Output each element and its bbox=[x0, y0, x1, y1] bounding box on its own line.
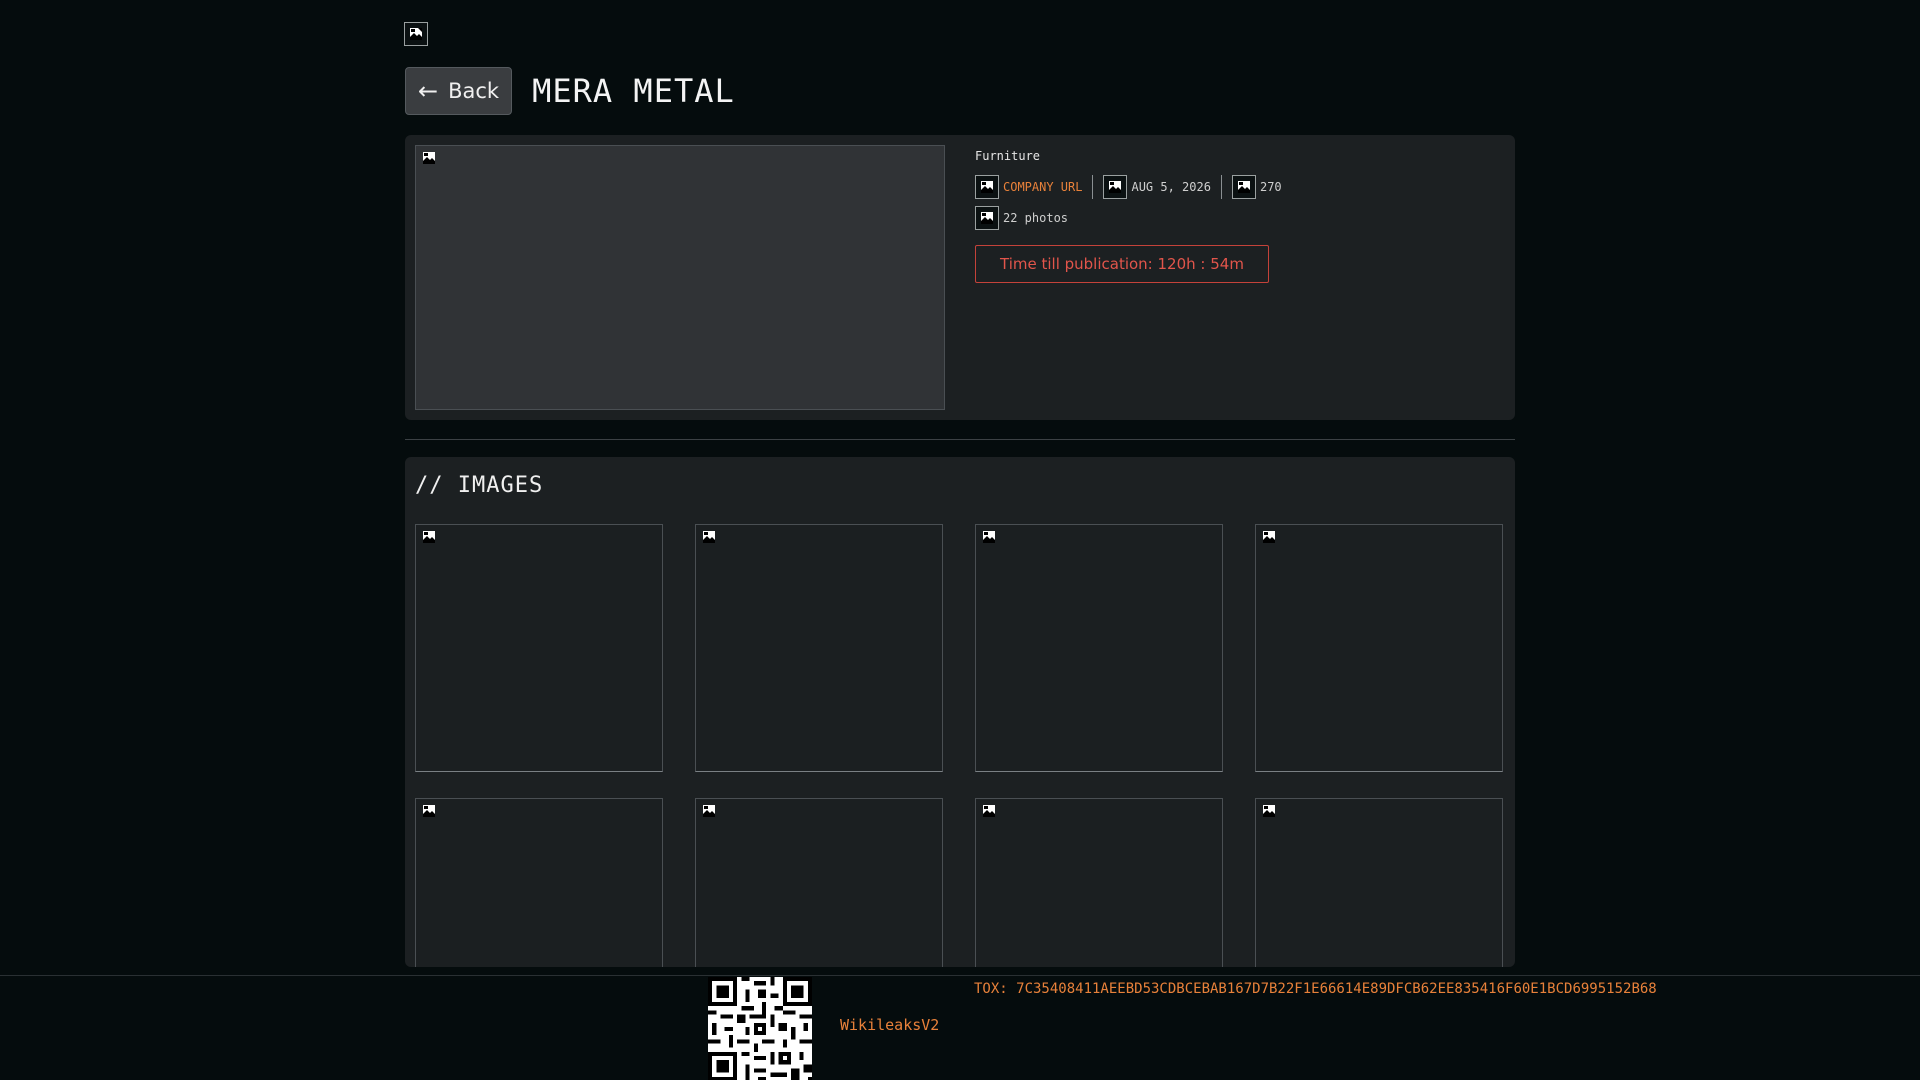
images-section-title: // IMAGES bbox=[415, 473, 544, 498]
images-card: // IMAGES bbox=[405, 457, 1515, 967]
date-item: AUG 5, 2026 bbox=[1103, 175, 1211, 199]
image-thumbnail[interactable] bbox=[975, 524, 1223, 772]
publication-countdown: Time till publication: 120h : 54m bbox=[975, 245, 1269, 283]
company-url-item[interactable]: COMPANY URL bbox=[975, 175, 1082, 199]
page-title: MERA METAL bbox=[532, 72, 735, 110]
back-button-label: Back bbox=[448, 79, 500, 103]
broken-image-icon bbox=[420, 148, 438, 168]
image-thumbnail[interactable] bbox=[1255, 798, 1503, 967]
meta-separator bbox=[1220, 175, 1222, 199]
calendar-icon bbox=[1103, 175, 1128, 199]
meta-row-secondary: 22 photos bbox=[975, 206, 1282, 230]
page: ← Back MERA METAL Furniture COMPANY URL bbox=[0, 0, 1920, 1080]
tox-id: TOX: 7C35408411AEEBD53CDBCEBAB167D7B22F1… bbox=[974, 981, 1657, 997]
image-thumbnail[interactable] bbox=[1255, 524, 1503, 772]
company-meta: Furniture COMPANY URL AUG 5, 2026 270 22… bbox=[975, 145, 1282, 283]
views-count: 270 bbox=[1259, 180, 1282, 194]
hero-image[interactable] bbox=[415, 145, 945, 410]
photos-item: 22 photos bbox=[975, 206, 1068, 230]
broken-image-icon bbox=[700, 527, 718, 547]
photo-icon bbox=[975, 206, 999, 230]
image-thumbnail[interactable] bbox=[415, 524, 663, 772]
company-info-card: Furniture COMPANY URL AUG 5, 2026 270 22… bbox=[405, 135, 1515, 420]
footer: WikileaksV2 TOX: 7C35408411AEEBD53CDBCEB… bbox=[0, 975, 1920, 1080]
link-icon bbox=[975, 175, 999, 199]
section-divider bbox=[405, 439, 1515, 440]
broken-image-icon bbox=[980, 527, 998, 547]
meta-row-primary: COMPANY URL AUG 5, 2026 270 bbox=[975, 175, 1282, 199]
image-thumbnail[interactable] bbox=[695, 798, 943, 967]
qr-code-icon bbox=[708, 977, 812, 1080]
image-thumbnail[interactable] bbox=[975, 798, 1223, 967]
broken-image-icon bbox=[980, 801, 998, 821]
back-button[interactable]: ← Back bbox=[405, 67, 513, 115]
site-logo-icon[interactable] bbox=[404, 22, 428, 46]
broken-image-icon bbox=[1260, 801, 1278, 821]
views-item: 270 bbox=[1231, 175, 1282, 199]
image-thumbnail[interactable] bbox=[415, 798, 663, 967]
broken-image-icon bbox=[420, 527, 438, 547]
broken-image-icon bbox=[1260, 527, 1278, 547]
publication-date: AUG 5, 2026 bbox=[1131, 180, 1211, 194]
image-thumbnail[interactable] bbox=[695, 524, 943, 772]
company-url-link[interactable]: COMPANY URL bbox=[1003, 180, 1082, 194]
broken-image-icon bbox=[420, 801, 438, 821]
meta-separator bbox=[1092, 175, 1094, 199]
footer-brand-name[interactable]: WikileaksV2 bbox=[840, 1016, 939, 1034]
photos-count: 22 photos bbox=[1003, 211, 1069, 225]
page-header: ← Back MERA METAL bbox=[405, 67, 735, 115]
category-label: Furniture bbox=[975, 149, 1041, 163]
eye-icon bbox=[1231, 175, 1256, 199]
arrow-left-icon: ← bbox=[418, 77, 439, 105]
broken-image-icon bbox=[700, 801, 718, 821]
